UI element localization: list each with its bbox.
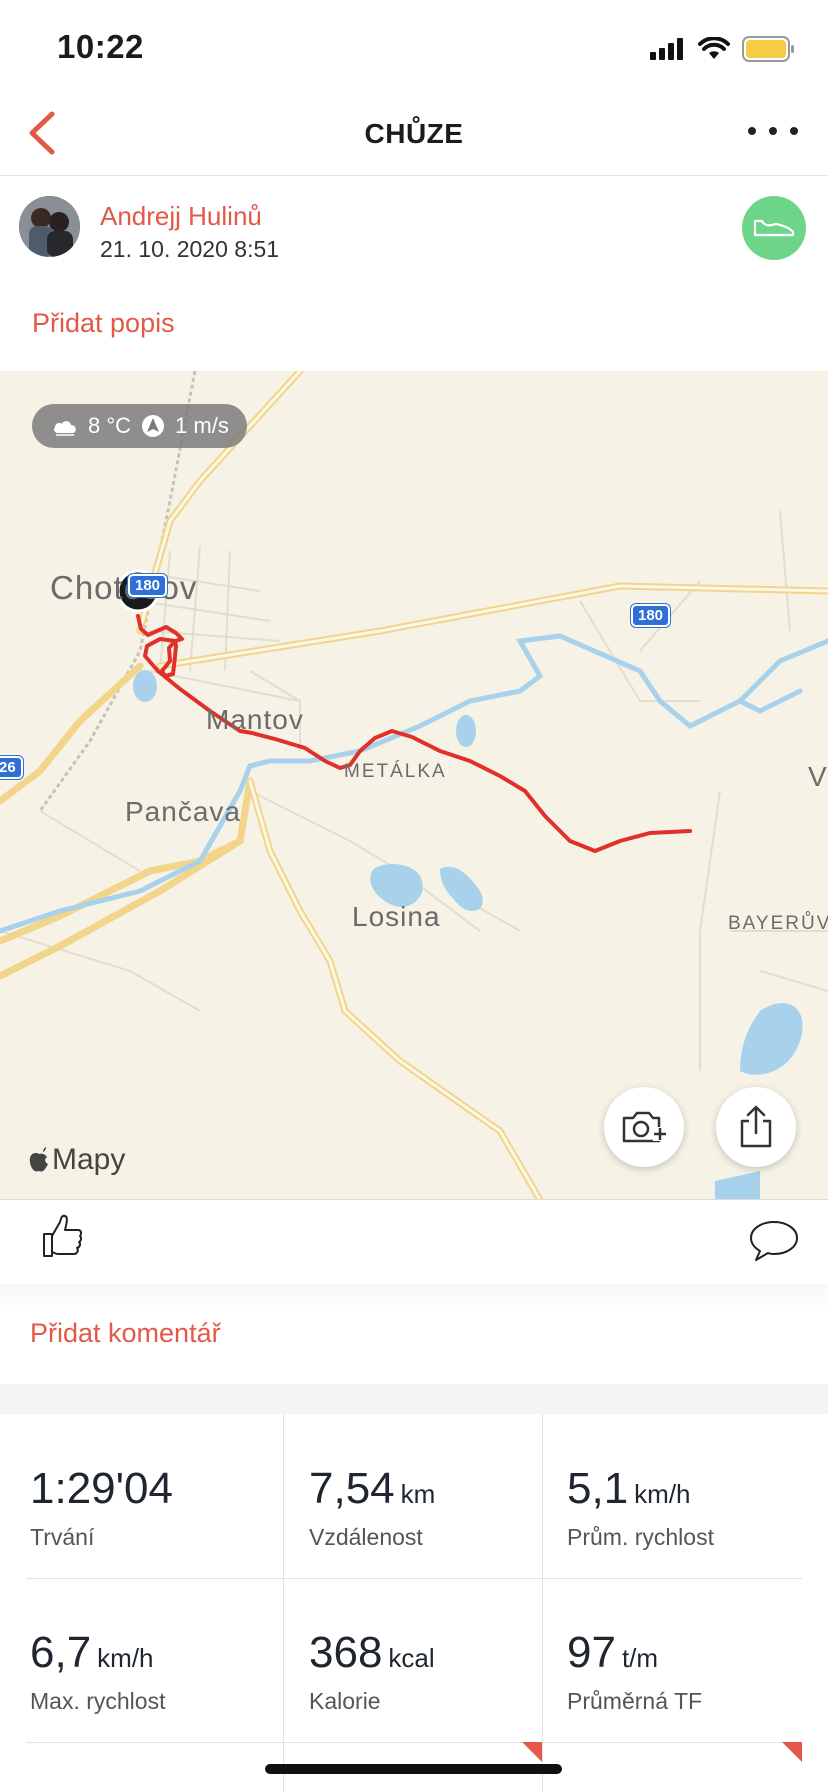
stat-max-speed: 6,7 km/h Max. rychlost [0, 1578, 258, 1742]
shoe-icon [753, 219, 795, 237]
battery-icon [742, 36, 794, 62]
camera-plus-icon [622, 1111, 667, 1143]
apple-icon [29, 1147, 48, 1172]
road-shield: 180 [128, 574, 168, 597]
wind-speed-value: 1 m/s [175, 413, 229, 438]
map-label-mantov: Mantov [206, 704, 304, 735]
avatar[interactable] [19, 196, 80, 257]
activity-type-badge [742, 196, 806, 260]
more-button[interactable] [748, 116, 798, 146]
stat-value: 7,54 km [309, 1464, 436, 1513]
map-label-metalka: METÁLKA [344, 761, 447, 782]
cellular-signal-icon [650, 38, 683, 60]
share-button[interactable] [716, 1087, 796, 1167]
more-dot [790, 127, 798, 135]
apple-maps-logo: Mapy [28, 1143, 125, 1177]
activity-header: Andrejj Hulinů 21. 10. 2020 8:51 [0, 176, 828, 286]
divider [0, 1284, 828, 1314]
stat-label: Průměrná TF [567, 1688, 703, 1714]
stat-value: 1:29'04 [30, 1464, 173, 1513]
grid-divider [26, 1578, 802, 1579]
status-bar: 10:22 [0, 0, 828, 90]
map-label-v: V [808, 761, 827, 792]
cloud-icon [54, 421, 76, 436]
home-indicator [265, 1764, 562, 1774]
add-description-link[interactable]: Přidat popis [32, 308, 175, 339]
stat-value: 5,1 km/h [567, 1464, 691, 1513]
detail-indicator [782, 1742, 802, 1762]
maps-label: Mapy [52, 1143, 126, 1176]
nav-bar: CHŮZE [0, 90, 828, 176]
stat-distance: 7,54 km Vzdálenost [280, 1414, 538, 1578]
more-dot [769, 127, 777, 135]
stat-value: 6,7 km/h [30, 1628, 154, 1677]
map-label-bayeruv: BAYERŮV [728, 913, 828, 934]
like-button[interactable] [40, 1212, 84, 1262]
stat-label: Prům. rychlost [567, 1524, 714, 1550]
grid-divider [542, 1414, 543, 1792]
wind-direction-icon [142, 415, 165, 437]
stat-label: Max. rychlost [30, 1688, 166, 1714]
grid-divider [26, 1742, 802, 1743]
road-shield: 180 [631, 604, 671, 627]
map-label-losina: Losina [352, 901, 441, 932]
status-time: 10:22 [57, 28, 144, 65]
divider [0, 1384, 828, 1414]
page-title: CHŮZE [364, 118, 464, 149]
stat-duration: 1:29'04 Trvání [0, 1414, 258, 1578]
more-dot [748, 127, 756, 135]
weather-info: 8 °C 1 m/s [32, 404, 247, 448]
wifi-icon [698, 37, 730, 59]
share-icon [740, 1105, 772, 1148]
stat-average-cadence[interactable]: 97 t/m Průměrná TF [537, 1578, 795, 1742]
stat-label: Vzdálenost [309, 1524, 423, 1550]
comment-button[interactable] [748, 1218, 800, 1264]
stats-grid: 1:29'04 Trvání 7,54 km Vzdálenost 5,1 km/h… [0, 1414, 828, 1792]
stat-calories[interactable]: 368 kcal Kalorie [280, 1578, 538, 1742]
user-name[interactable]: Andrejj Hulinů [100, 201, 262, 232]
thumbs-up-icon [43, 1214, 83, 1257]
status-icons [650, 34, 796, 64]
add-photo-button[interactable] [604, 1087, 684, 1167]
stat-label: Trvání [30, 1524, 95, 1550]
temperature-value: 8 °C [88, 413, 132, 438]
add-comment-link[interactable]: Přidat komentář [30, 1318, 221, 1349]
stat-average-speed: 5,1 km/h Prům. rychlost [537, 1414, 795, 1578]
avatar-image [19, 196, 80, 257]
route-map[interactable]: 8 °C 1 m/s Chotešov Mantov Pančava METÁL… [0, 371, 828, 1200]
social-actions [0, 1200, 828, 1284]
map-background [0, 371, 828, 1199]
road-shield: 26 [0, 756, 23, 779]
activity-date: 21. 10. 2020 8:51 [100, 236, 280, 262]
detail-indicator [522, 1742, 542, 1762]
map-label-chotesov: Chotešov [50, 569, 198, 606]
stat-value: 368 kcal [309, 1628, 435, 1677]
map-label-pancava: Pančava [125, 796, 241, 827]
grid-divider [283, 1414, 284, 1792]
stat-label: Kalorie [309, 1688, 381, 1714]
stat-value: 97 t/m [567, 1628, 659, 1677]
speech-bubble-icon [750, 1221, 798, 1261]
